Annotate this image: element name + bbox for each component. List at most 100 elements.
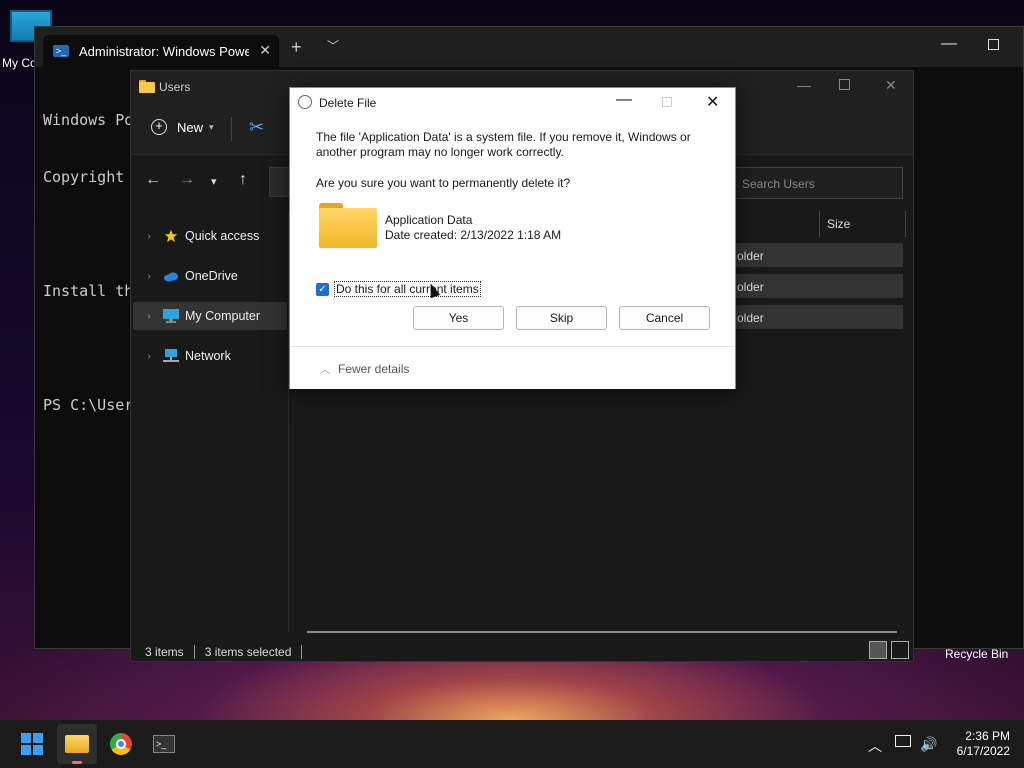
chevron-down-icon: ▾ [209, 121, 214, 132]
maximize-icon[interactable] [839, 79, 850, 90]
status-bar: 3 items 3 items selected [131, 641, 915, 663]
cloud-icon [164, 272, 178, 282]
star-icon [164, 229, 178, 243]
nav-item-label: My Computer [185, 309, 261, 323]
taskbar: >_ ︿ 🔊 2:36 PM 6/17/2022 [0, 720, 1024, 768]
checkmark-icon[interactable]: ✓ [316, 282, 329, 296]
details-view-icon[interactable] [869, 641, 887, 659]
chevron-down-icon[interactable]: ﹀ [327, 37, 339, 54]
chevron-up-icon[interactable]: ︿ [868, 736, 882, 756]
status-divider [301, 645, 303, 659]
volume-icon[interactable]: 🔊 [920, 736, 937, 753]
fewer-details-toggle[interactable]: ︿ Fewer details [320, 361, 410, 377]
tiles-view-icon[interactable] [891, 641, 909, 659]
column-headers: Size [731, 211, 915, 237]
nav-item-label: Quick access [185, 229, 260, 243]
forward-arrow-icon[interactable]: → [179, 171, 195, 189]
plus-icon: + [151, 119, 167, 135]
expand-icon[interactable]: › [139, 271, 159, 282]
confirm-question: Are you sure you want to permanently del… [316, 176, 571, 190]
expand-icon[interactable]: › [139, 351, 159, 362]
network-icon [163, 349, 179, 362]
cancel-button[interactable]: Cancel [619, 306, 710, 330]
terminal-line: Install th [43, 282, 134, 300]
checkbox-label[interactable]: Do this for all current items [334, 281, 481, 297]
status-item-count: 3 items [145, 645, 184, 659]
new-button-label: New [177, 119, 204, 135]
clock-date: 6/17/2022 [956, 744, 1010, 758]
apply-to-all-checkbox[interactable]: ✓ Do this for all current items [316, 281, 481, 297]
folder-icon [319, 203, 377, 248]
maximize-icon[interactable] [988, 39, 999, 50]
terminal-line: Windows Po [43, 111, 134, 129]
chrome-icon [110, 733, 132, 755]
taskbar-chrome[interactable] [101, 724, 141, 764]
table-row[interactable]: older [731, 243, 903, 267]
clock-time: 2:36 PM [965, 729, 1010, 743]
explorer-title: Users [159, 80, 191, 94]
yes-button[interactable]: Yes [413, 306, 504, 330]
minimize-icon[interactable]: — [941, 35, 957, 53]
terminal-output[interactable]: Windows Po Copyright Install th PS C:\Us… [43, 73, 133, 453]
toolbar-divider [231, 117, 232, 141]
fewer-details-label: Fewer details [338, 361, 410, 376]
status-divider [193, 645, 195, 659]
skip-button[interactable]: Skip [516, 306, 607, 330]
network-icon[interactable] [895, 735, 911, 747]
dialog-title: Delete File [319, 96, 377, 110]
table-row[interactable]: older [731, 274, 903, 298]
terminal-line: Copyright [43, 168, 125, 186]
clock-icon [298, 95, 312, 109]
back-arrow-icon[interactable]: ← [145, 171, 161, 189]
recycle-bin-label[interactable]: Recycle Bin [945, 647, 1008, 661]
view-toggle [869, 641, 909, 659]
nav-item-quick-access[interactable]: › Quick access [133, 222, 287, 250]
system-clock[interactable]: 2:36 PM 6/17/2022 [940, 729, 1010, 759]
expand-icon[interactable]: › [139, 311, 159, 322]
close-tab-icon[interactable]: ✕ [259, 42, 271, 59]
status-selected-count: 3 items selected [204, 645, 292, 659]
terminal-tab[interactable]: >_ Administrator: Windows PowerS ✕ [43, 35, 279, 67]
column-divider[interactable] [819, 211, 820, 237]
file-date: Date created: 2/13/2022 1:18 AM [385, 228, 562, 242]
column-header-size[interactable]: Size [827, 217, 850, 231]
active-app-indicator [72, 761, 82, 764]
warning-message: The file 'Application Data' is a system … [316, 130, 691, 159]
horizontal-scrollbar[interactable] [307, 631, 897, 633]
column-divider[interactable] [905, 211, 906, 237]
recent-locations-icon[interactable]: ▾ [211, 175, 217, 188]
monitor-icon [163, 309, 179, 323]
folder-icon [65, 735, 89, 753]
taskbar-file-explorer[interactable] [57, 724, 97, 764]
powershell-icon: >_ [53, 45, 69, 57]
minimize-icon[interactable]: — [616, 91, 632, 109]
expand-icon[interactable]: › [139, 231, 159, 242]
delete-file-dialog: Delete File — ✕ The file 'Application Da… [289, 87, 736, 389]
dialog-footer: ︿ Fewer details [290, 346, 735, 389]
close-icon[interactable]: ✕ [885, 77, 897, 94]
table-row[interactable]: older [731, 305, 903, 329]
nav-item-network[interactable]: › Network [133, 342, 287, 370]
nav-item-label: OneDrive [185, 269, 238, 283]
close-icon[interactable]: ✕ [706, 92, 719, 112]
taskbar-terminal[interactable]: >_ [144, 724, 184, 764]
nav-item-onedrive[interactable]: › OneDrive [133, 262, 287, 290]
terminal-tab-title: Administrator: Windows PowerS [79, 43, 249, 59]
chevron-up-icon: ︿ [320, 365, 330, 376]
windows-logo-icon [21, 733, 43, 755]
minimize-icon[interactable]: — [797, 77, 811, 93]
file-name: Application Data [385, 213, 473, 227]
up-arrow-icon[interactable]: ↑ [239, 171, 247, 189]
new-button[interactable]: + New ▾ [151, 119, 214, 135]
terminal-icon: >_ [153, 735, 175, 753]
folder-icon [139, 80, 155, 93]
nav-item-my-computer[interactable]: › My Computer [133, 302, 287, 330]
new-tab-icon[interactable]: + [291, 37, 302, 58]
dialog-title-bar: Delete File — ✕ [290, 88, 735, 116]
start-button[interactable] [12, 724, 52, 764]
cut-icon[interactable]: ✂ [249, 117, 264, 138]
nav-item-label: Network [185, 349, 231, 363]
search-input[interactable]: Search Users [731, 167, 903, 199]
